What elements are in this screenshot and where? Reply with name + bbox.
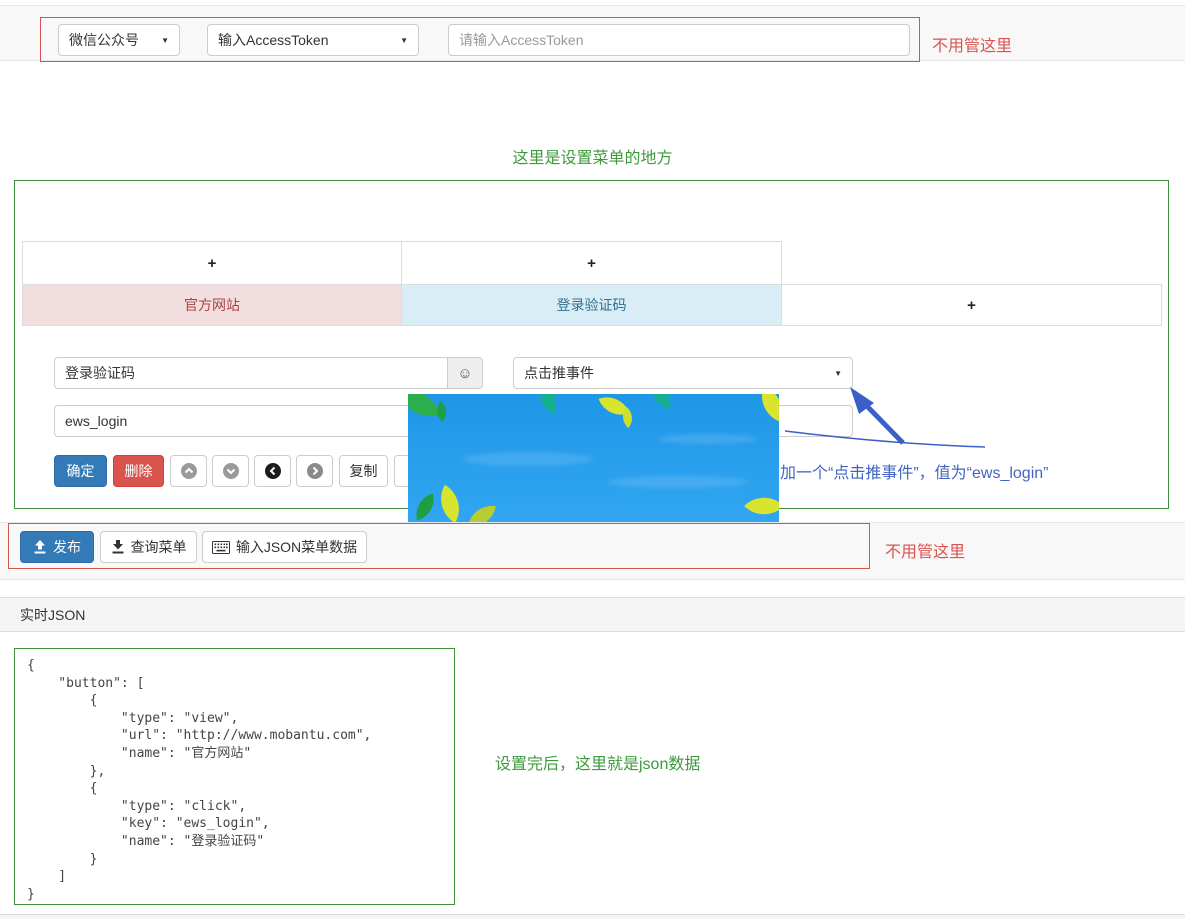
- add-submenu-button-1[interactable]: +: [22, 241, 402, 285]
- smiley-icon: ☺: [457, 365, 472, 382]
- circle-arrow-down-icon: [222, 462, 240, 480]
- circle-arrow-left-icon: [264, 462, 282, 480]
- leaf-decoration: [468, 502, 496, 522]
- menu-item-official-site[interactable]: 官方网站: [22, 284, 402, 326]
- access-token-input[interactable]: [448, 24, 910, 56]
- emoji-picker-button[interactable]: ☺: [447, 357, 483, 389]
- leaf-decoration: [532, 394, 564, 414]
- menu-item-login-captcha[interactable]: 登录验证码: [401, 284, 782, 326]
- footer-divider: [0, 914, 1185, 919]
- input-json-label: 输入JSON菜单数据: [236, 537, 357, 557]
- annotation-arrow-icon: [640, 382, 1010, 454]
- confirm-button[interactable]: 确定: [54, 455, 107, 487]
- top-toolbar: 微信公众号 ▼ 输入AccessToken ▼ 不用管这里: [0, 5, 1185, 61]
- download-icon: [111, 540, 125, 554]
- copy-button[interactable]: 复制: [339, 455, 388, 487]
- publish-toolbar: 发布 查询菜单 输入JSON菜单数据 不用管这里: [0, 522, 1185, 580]
- account-type-select[interactable]: 微信公众号 ▼: [58, 24, 180, 56]
- token-mode-value: 输入AccessToken: [218, 30, 328, 50]
- json-panel-header: 实时JSON: [0, 597, 1185, 632]
- chevron-down-icon: ▼: [400, 36, 408, 45]
- menu-area-heading: 这里是设置菜单的地方: [0, 144, 1185, 168]
- circle-arrow-up-icon: [180, 462, 198, 480]
- add-menu-button[interactable]: +: [781, 284, 1162, 326]
- menu-name-input[interactable]: [54, 357, 448, 389]
- menu-event-value: 点击推事件: [524, 363, 594, 383]
- circle-arrow-right-icon: [306, 462, 324, 480]
- move-down-button[interactable]: [212, 455, 249, 487]
- json-result-note: 设置完后，这里就是json数据: [495, 750, 700, 774]
- input-json-button[interactable]: 输入JSON菜单数据: [202, 531, 367, 563]
- add-submenu-button-2[interactable]: +: [401, 241, 782, 285]
- wechat-menu-editor-page: 微信公众号 ▼ 输入AccessToken ▼ 不用管这里 这里是设置菜单的地方…: [0, 0, 1185, 919]
- leaf-decoration: [431, 485, 469, 522]
- move-left-button[interactable]: [254, 455, 291, 487]
- leaf-decoration: [412, 494, 439, 521]
- chevron-down-icon: ▼: [834, 369, 842, 378]
- account-type-value: 微信公众号: [69, 30, 139, 50]
- cloud-decoration: [463, 452, 593, 466]
- move-right-button[interactable]: [296, 455, 333, 487]
- cloud-decoration: [608, 476, 748, 488]
- publish-label: 发布: [53, 537, 81, 557]
- json-panel-title: 实时JSON: [20, 605, 85, 625]
- query-menu-button[interactable]: 查询菜单: [100, 531, 197, 563]
- chevron-down-icon: ▼: [161, 36, 169, 45]
- json-code-block: { "button": [ { "type": "view", "url": "…: [14, 648, 455, 905]
- keyboard-icon: [212, 541, 230, 554]
- ignore-here-note-bottom: 不用管这里: [885, 538, 965, 562]
- leaf-decoration: [744, 486, 779, 522]
- click-event-annotation: 加一个“点击推事件”，值为“ews_login”: [780, 459, 1048, 483]
- menu-key-input[interactable]: [54, 405, 448, 437]
- publish-button[interactable]: 发布: [20, 531, 94, 563]
- ignore-here-note-top: 不用管这里: [932, 32, 1012, 56]
- token-mode-select[interactable]: 输入AccessToken ▼: [207, 24, 419, 56]
- move-up-button[interactable]: [170, 455, 207, 487]
- query-menu-label: 查询菜单: [131, 537, 187, 557]
- leaf-decoration: [408, 394, 440, 424]
- delete-button[interactable]: 删除: [113, 455, 164, 487]
- upload-icon: [33, 540, 47, 554]
